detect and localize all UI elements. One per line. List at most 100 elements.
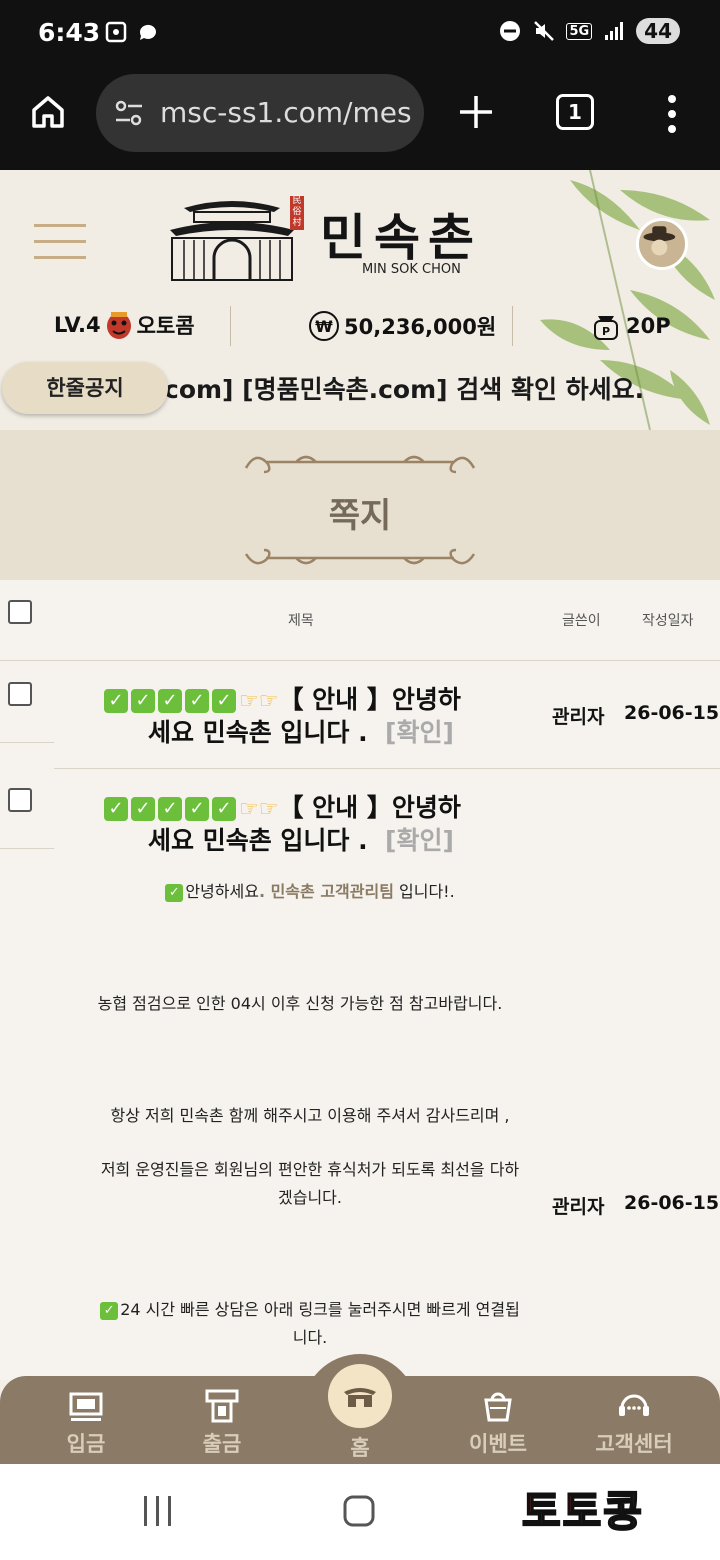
mute-icon bbox=[534, 21, 555, 41]
logo-subtitle: MIN SOK CHON bbox=[362, 262, 461, 277]
row-checkbox[interactable] bbox=[8, 788, 32, 812]
check-emoji-icon: ✓ bbox=[158, 689, 182, 713]
nav-home-button[interactable] bbox=[328, 1364, 392, 1428]
nav-deposit[interactable]: 입금 bbox=[36, 1388, 136, 1458]
column-subject: 제목 bbox=[288, 613, 314, 629]
message-author: 관리자 bbox=[552, 706, 605, 728]
body-greeting: ✓ 안녕하세요. 민속촌 고객관리팀 입니다!. bbox=[50, 878, 570, 906]
svg-text:₩: ₩ bbox=[315, 317, 333, 336]
nav-withdraw[interactable]: 출금 bbox=[172, 1388, 272, 1458]
nav-support[interactable]: 고객센터 bbox=[584, 1388, 684, 1458]
site-settings-icon[interactable] bbox=[114, 100, 144, 126]
points-amount: 20P bbox=[626, 314, 671, 338]
browser-home-icon[interactable] bbox=[28, 92, 68, 132]
battery-indicator: 44 bbox=[636, 18, 680, 44]
pointing-hand-icon: ☞☞ bbox=[239, 688, 279, 714]
recent-apps-icon[interactable] bbox=[142, 1494, 174, 1528]
home-gate-icon bbox=[344, 1388, 376, 1407]
status-bar: 6:43 5G 44 bbox=[0, 0, 720, 66]
read-status: [확인] bbox=[385, 717, 454, 747]
address-bar[interactable]: msc-ss1.com/mes bbox=[96, 74, 424, 152]
svg-text:P: P bbox=[602, 325, 610, 338]
row-divider bbox=[0, 742, 54, 743]
body-line: 저희 운영진들은 회원님의 편안한 휴식처가 되도록 최선을 다하 bbox=[100, 1160, 520, 1179]
check-emoji-icon: ✓ bbox=[212, 797, 236, 821]
browser-toolbar: msc-ss1.com/mes 1 bbox=[0, 66, 720, 170]
notice-label: 한줄공지 bbox=[2, 362, 168, 414]
tab-switcher-button[interactable]: 1 bbox=[556, 94, 594, 130]
row-checkbox[interactable] bbox=[8, 682, 32, 706]
profile-avatar[interactable] bbox=[636, 218, 688, 270]
event-basket-icon bbox=[484, 1392, 512, 1422]
row-divider bbox=[0, 660, 720, 661]
more-menu-icon[interactable] bbox=[662, 94, 682, 134]
notice-ticker: 한줄공지 com] [명품민속촌.com] 검색 확인 하세요. bbox=[0, 362, 720, 414]
check-emoji-icon: ✓ bbox=[131, 797, 155, 821]
nav-event[interactable]: 이벤트 bbox=[448, 1388, 548, 1458]
message-date: 26-06-15 bbox=[624, 1192, 720, 1214]
ornament-top-icon bbox=[244, 455, 476, 474]
home-system-icon[interactable] bbox=[342, 1494, 376, 1528]
withdraw-icon bbox=[205, 1389, 239, 1423]
read-status: [확인] bbox=[385, 825, 454, 855]
check-emoji-icon: ✓ bbox=[131, 689, 155, 713]
balance-amount: 50,236,000원 bbox=[344, 315, 497, 339]
logo-seal: 民俗村 bbox=[290, 196, 304, 230]
scholar-hat-icon bbox=[643, 226, 676, 256]
username[interactable]: 오토콤 bbox=[137, 310, 195, 340]
point-bag-icon: P bbox=[594, 316, 618, 340]
message-table: 제목 글쓴이 작성일자 ✓ ✓ ✓ ✓ ✓ ☞☞【 안내 】안녕하 세요 민속촌 입니다 … bbox=[0, 580, 720, 1380]
column-date: 작성일자 bbox=[642, 613, 694, 629]
signal-icon bbox=[605, 22, 624, 40]
check-emoji-icon: ✓ bbox=[158, 797, 182, 821]
stat-divider bbox=[230, 306, 231, 346]
new-tab-icon[interactable] bbox=[456, 92, 496, 132]
check-emoji-icon: ✓ bbox=[104, 797, 128, 821]
screenshot-icon bbox=[105, 21, 127, 43]
site-header: 民俗村 민속촌 MIN SOK CHON LV.4 오토콤 ₩ 50,236,0… bbox=[0, 170, 720, 430]
row-divider bbox=[0, 848, 54, 849]
user-level: LV.4 bbox=[54, 313, 101, 337]
network-5g-icon: 5G bbox=[566, 22, 593, 40]
select-all-checkbox[interactable] bbox=[8, 600, 32, 624]
screen: 6:43 5G 44 msc-ss1.com/mes 1 民俗村 민속촌 MIN… bbox=[0, 0, 720, 1560]
page-title-band: 쪽지 bbox=[0, 430, 720, 580]
hamburger-menu-icon[interactable] bbox=[34, 222, 86, 262]
column-author: 글쓴이 bbox=[562, 613, 601, 629]
dnd-icon bbox=[500, 21, 521, 41]
body-line: ✓ 24 시간 빠른 상담은 아래 링크를 눌러주시면 빠르게 연결됩 bbox=[50, 1296, 570, 1324]
check-emoji-icon: ✓ bbox=[212, 689, 236, 713]
chat-bubble-icon bbox=[139, 24, 156, 40]
watermark-logo: 토토콩 bbox=[521, 1486, 644, 1537]
mask-avatar-icon bbox=[106, 312, 131, 339]
logo-text: 민속촌 bbox=[320, 208, 482, 267]
url-text[interactable]: msc-ss1.com/mes bbox=[160, 96, 412, 129]
user-stats-bar: LV.4 오토콤 ₩ 50,236,000원 P 20P bbox=[0, 302, 720, 352]
clock: 6:43 bbox=[38, 18, 101, 47]
notice-text: com] [명품민속촌.com] 검색 확인 하세요. bbox=[164, 375, 645, 404]
check-emoji-icon: ✓ bbox=[185, 689, 209, 713]
palace-gate-icon bbox=[170, 201, 294, 281]
check-emoji-icon: ✓ bbox=[185, 797, 209, 821]
support-headset-icon bbox=[619, 1394, 649, 1416]
body-line: 농협 점검으로 인한 04시 이후 신청 가능한 점 참고바랍니다. bbox=[97, 994, 503, 1013]
row-divider bbox=[54, 768, 720, 769]
body-line: 항상 저희 민속촌 함께 해주시고 이용해 주셔서 감사드리며 , bbox=[110, 1106, 510, 1125]
ornament-bottom-icon bbox=[244, 548, 476, 565]
stat-divider bbox=[512, 306, 513, 346]
check-emoji-icon: ✓ bbox=[104, 689, 128, 713]
won-coin-icon: ₩ bbox=[309, 311, 339, 341]
check-emoji-icon: ✓ bbox=[165, 883, 184, 902]
site-logo[interactable]: 民俗村 민속촌 MIN SOK CHON bbox=[164, 190, 514, 290]
page-title: 쪽지 bbox=[328, 496, 392, 536]
nav-home-label[interactable]: 홈 bbox=[310, 1432, 410, 1462]
pointing-hand-icon: ☞☞ bbox=[239, 796, 279, 822]
check-emoji-icon: ✓ bbox=[100, 1301, 119, 1320]
message-subject[interactable]: ✓ ✓ ✓ ✓ ✓ ☞☞【 안내 】안녕하 세요 민속촌 입니다 . [확인] bbox=[104, 792, 524, 856]
system-nav-bar: 토토콩 bbox=[0, 1464, 720, 1560]
message-date: 26-06-15 bbox=[624, 702, 720, 724]
body-line: 니다. bbox=[292, 1328, 328, 1347]
deposit-icon bbox=[69, 1392, 103, 1421]
body-line: 겠습니다. bbox=[278, 1188, 342, 1207]
message-subject[interactable]: ✓ ✓ ✓ ✓ ✓ ☞☞【 안내 】안녕하 세요 민속촌 입니다 . [확인] bbox=[104, 684, 524, 748]
